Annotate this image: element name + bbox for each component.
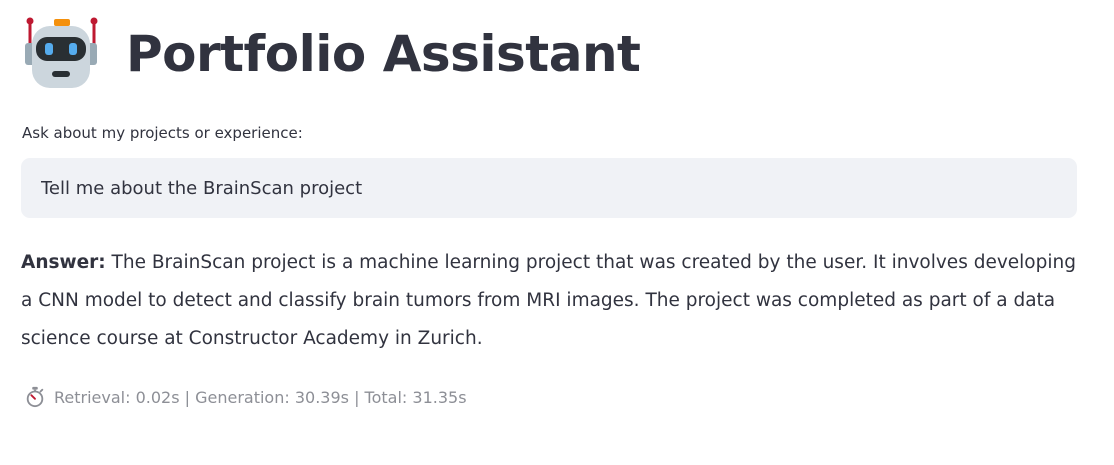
header: Portfolio Assistant — [22, 14, 641, 94]
query-input[interactable] — [21, 158, 1077, 218]
query-label: Ask about my projects or experience: — [22, 124, 303, 142]
page-title: Portfolio Assistant — [126, 25, 641, 83]
timing-caption: Retrieval: 0.02s | Generation: 30.39s | … — [24, 386, 467, 408]
answer-prefix: Answer: — [21, 252, 106, 273]
timing-text: Retrieval: 0.02s | Generation: 30.39s | … — [54, 387, 467, 407]
answer-text: Answer: The BrainScan project is a machi… — [21, 244, 1086, 358]
robot-icon — [25, 17, 98, 88]
stopwatch-icon — [26, 386, 44, 408]
answer-body: The BrainScan project is a machine learn… — [21, 252, 1076, 349]
